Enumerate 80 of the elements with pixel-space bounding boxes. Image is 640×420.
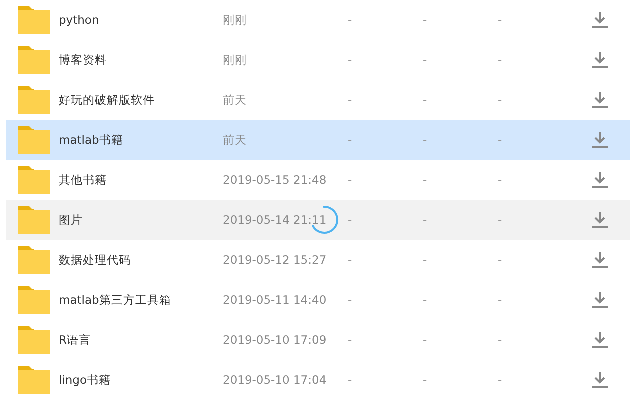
table-cell-text: - <box>423 373 428 387</box>
file-row[interactable]: matlab第三方工具箱 2019-05-11 14:40 - - - <box>6 280 630 320</box>
table-cell-text: - <box>498 13 504 27</box>
folder-icon <box>18 86 50 114</box>
folder-icon <box>18 286 50 314</box>
file-row[interactable]: 好玩的破解版软件 前天 - - - <box>6 80 630 120</box>
table-cell-text: - <box>423 93 428 107</box>
file-row[interactable]: 图片 2019-05-14 21:11 - - - <box>6 200 630 240</box>
modified-time: 2019-05-10 17:09 <box>223 333 328 347</box>
modified-time: 刚刚 <box>223 52 248 68</box>
table-cell-text: - <box>348 373 354 387</box>
modified-time: 2019-05-12 15:27 <box>223 253 328 267</box>
table-cell-text: - <box>423 133 428 147</box>
modified-time: 刚刚 <box>223 12 248 28</box>
download-icon[interactable] <box>592 331 608 349</box>
download-icon[interactable] <box>592 91 608 109</box>
table-cell-text: - <box>423 213 428 227</box>
table-cell-text: - <box>423 333 428 347</box>
modified-time: 2019-05-15 21:48 <box>223 173 328 187</box>
table-cell-text: - <box>348 93 354 107</box>
table-cell-text: - <box>498 173 504 187</box>
download-icon[interactable] <box>592 211 608 229</box>
file-row[interactable]: 博客资料 刚刚 - - - <box>6 40 630 80</box>
folder-icon <box>18 206 50 234</box>
table-cell-text: - <box>498 133 504 147</box>
file-name: 好玩的破解版软件 <box>59 92 156 108</box>
download-icon[interactable] <box>592 251 608 269</box>
table-cell-text: - <box>498 373 504 387</box>
table-cell-text: - <box>498 253 504 267</box>
folder-icon <box>18 326 50 354</box>
table-cell-text: - <box>423 253 428 267</box>
folder-icon <box>18 366 50 394</box>
table-cell-text: - <box>348 213 354 227</box>
file-row[interactable]: lingo书籍 2019-05-10 17:04 - - - <box>6 360 630 400</box>
file-row[interactable]: matlab书籍 前天 - - - <box>6 120 630 160</box>
table-cell-text: - <box>498 293 504 307</box>
file-row[interactable]: python 刚刚 - - - <box>6 0 630 40</box>
download-icon[interactable] <box>592 51 608 69</box>
download-icon[interactable] <box>592 131 608 149</box>
folder-icon <box>18 166 50 194</box>
modified-time: 前天 <box>223 92 248 108</box>
table-cell-text: - <box>348 13 354 27</box>
modified-time: 2019-05-14 21:11 <box>223 213 328 227</box>
file-name: 其他书籍 <box>59 172 108 188</box>
table-cell-text: - <box>498 333 504 347</box>
file-name: python <box>59 13 100 27</box>
download-icon[interactable] <box>592 291 608 309</box>
file-name: 图片 <box>59 212 84 228</box>
modified-time: 前天 <box>223 132 248 148</box>
table-cell-text: - <box>423 173 428 187</box>
folder-icon <box>18 6 50 34</box>
file-name: 博客资料 <box>59 52 108 68</box>
modified-time: 2019-05-11 14:40 <box>223 293 328 307</box>
file-name: lingo书籍 <box>59 372 112 388</box>
file-name: 数据处理代码 <box>59 252 132 268</box>
file-row[interactable]: 数据处理代码 2019-05-12 15:27 - - - <box>6 240 630 280</box>
table-cell-text: - <box>348 133 354 147</box>
table-cell-text: - <box>348 173 354 187</box>
table-cell-text: - <box>423 293 428 307</box>
download-icon[interactable] <box>592 171 608 189</box>
table-cell-text: - <box>498 93 504 107</box>
modified-time: 2019-05-10 17:04 <box>223 373 328 387</box>
folder-icon <box>18 126 50 154</box>
table-cell-text: - <box>498 213 504 227</box>
file-name: matlab第三方工具箱 <box>59 292 172 308</box>
table-cell-text: - <box>348 253 354 267</box>
file-name: matlab书籍 <box>59 132 124 148</box>
table-cell-text: - <box>348 333 354 347</box>
folder-icon <box>18 46 50 74</box>
folder-icon <box>18 246 50 274</box>
file-name: R语言 <box>59 332 92 348</box>
table-cell-text: - <box>498 53 504 67</box>
table-cell-text: - <box>348 53 354 67</box>
download-icon[interactable] <box>592 371 608 389</box>
file-row[interactable]: R语言 2019-05-10 17:09 - - - <box>6 320 630 360</box>
table-cell-text: - <box>348 293 354 307</box>
table-cell-text: - <box>423 13 428 27</box>
table-cell-text: - <box>423 53 428 67</box>
download-icon[interactable] <box>592 11 608 29</box>
file-row[interactable]: 其他书籍 2019-05-15 21:48 - - - <box>6 160 630 200</box>
